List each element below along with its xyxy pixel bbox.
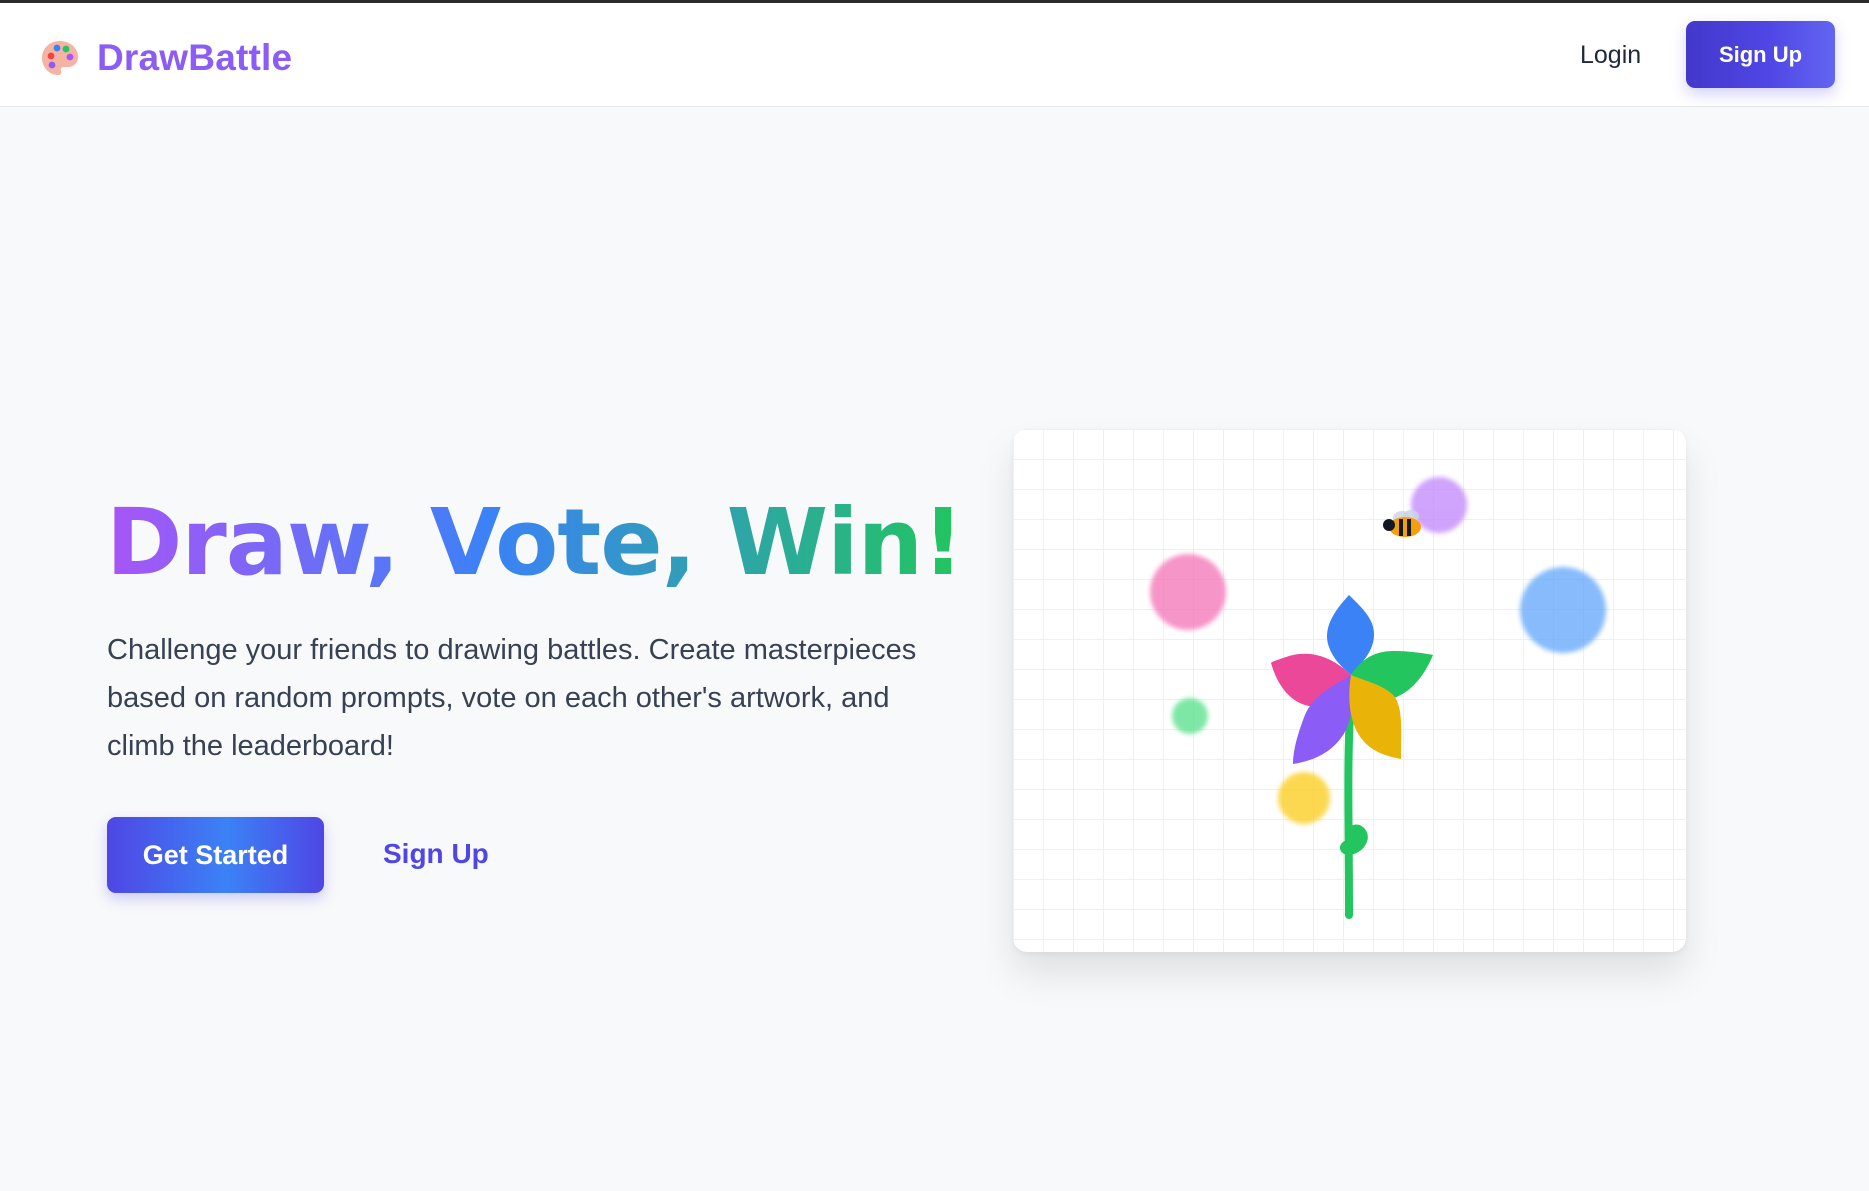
- flower-leaf: [1339, 824, 1368, 855]
- paint-dot-pink: [1150, 554, 1226, 630]
- hero-signup-link[interactable]: Sign Up: [383, 838, 489, 870]
- flower-drawing: [1150, 477, 1606, 919]
- nav-signup-button[interactable]: Sign Up: [1686, 21, 1835, 88]
- paint-dot-yellow: [1278, 772, 1330, 824]
- brand-name: DrawBattle: [97, 37, 293, 78]
- brand-logo[interactable]: DrawBattle: [39, 33, 292, 83]
- login-link[interactable]: Login: [1580, 41, 1641, 70]
- paint-dot-blue: [1520, 567, 1606, 653]
- hero-title: Draw, Vote, Win!: [106, 489, 964, 596]
- palette-icon: [42, 41, 78, 75]
- flower-stem: [1344, 710, 1354, 919]
- drawing-canvas-preview: [1013, 429, 1686, 952]
- get-started-button[interactable]: Get Started: [107, 817, 324, 893]
- bee-icon: [1383, 510, 1421, 537]
- hero-description: Challenge your friends to drawing battle…: [107, 634, 917, 762]
- paint-dot-green: [1172, 698, 1208, 734]
- top-navbar: DrawBattle Login Sign Up: [0, 3, 1869, 107]
